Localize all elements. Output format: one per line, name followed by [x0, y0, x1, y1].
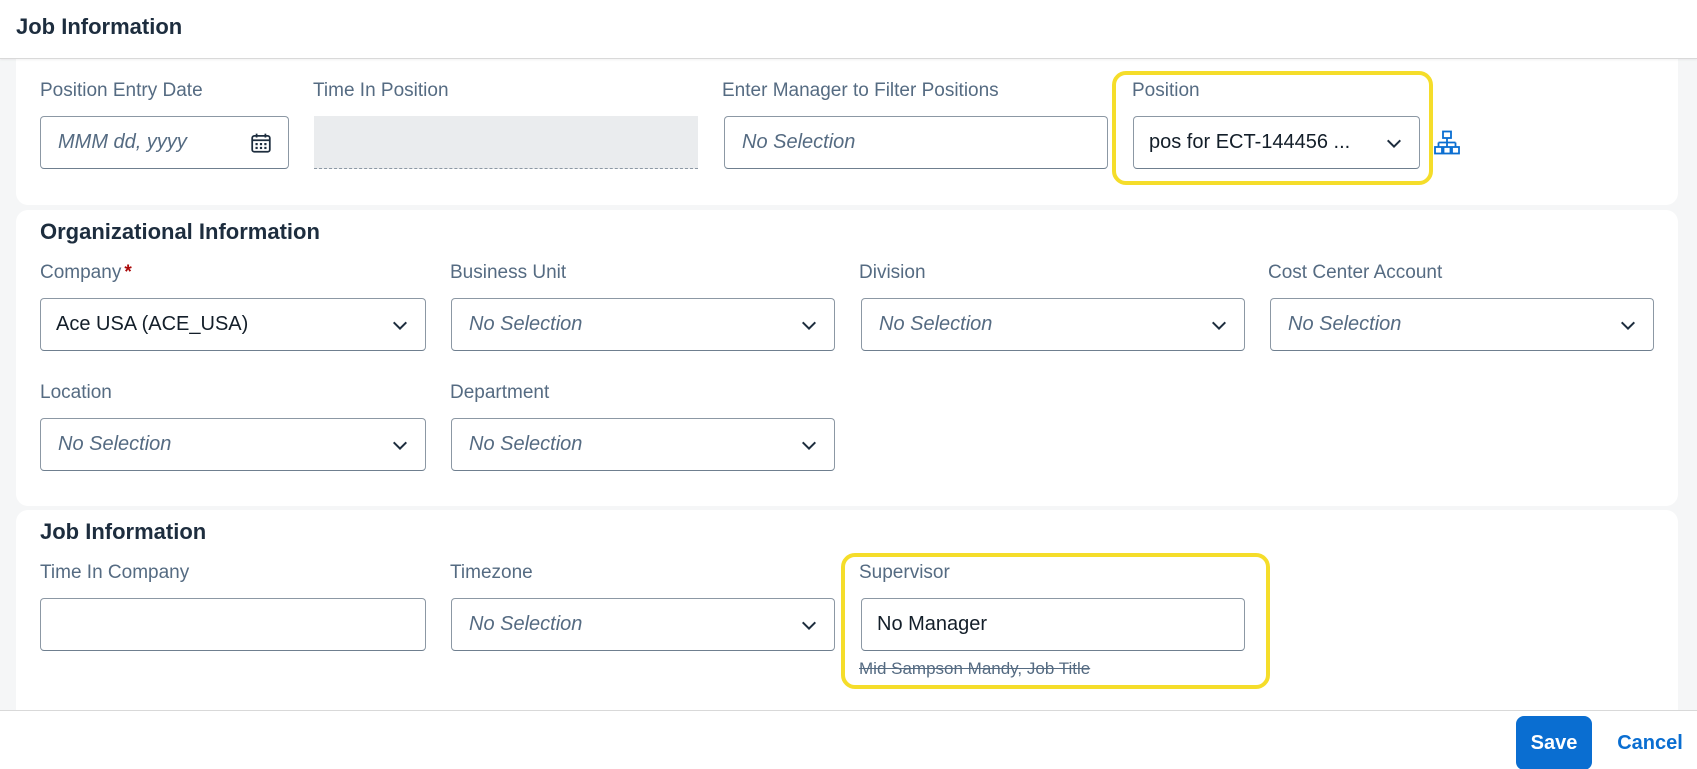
supervisor-value: No Manager [877, 613, 988, 635]
division-label: Division [859, 262, 926, 283]
company-label: Company * [40, 262, 132, 284]
location-select[interactable]: No Selection [40, 418, 426, 471]
job-info-title: Job Information [40, 519, 207, 544]
department-select[interactable]: No Selection [451, 418, 835, 471]
chevron-down-icon [801, 321, 817, 330]
supervisor-input[interactable]: No Manager [861, 598, 1245, 651]
manager-filter-placeholder: No Selection [742, 131, 856, 153]
company-select[interactable]: Ace USA (ACE_USA) [40, 298, 426, 351]
location-label: Location [40, 382, 112, 403]
cost-center-label: Cost Center Account [1268, 262, 1443, 283]
business-unit-label: Business Unit [450, 262, 567, 283]
timezone-placeholder: No Selection [469, 613, 583, 635]
company-value: Ace USA (ACE_USA) [56, 313, 249, 335]
chevron-down-icon [392, 441, 408, 450]
timezone-label: Timezone [450, 562, 533, 583]
position-entry-date-placeholder: MMM dd, yyyy [58, 131, 187, 153]
position-label: Position [1132, 80, 1200, 101]
chevron-down-icon [801, 441, 817, 450]
required-marker: * [124, 262, 132, 283]
manager-filter-input[interactable]: No Selection [724, 116, 1108, 169]
position-select[interactable]: pos for ECT-144456 ... [1133, 116, 1420, 169]
position-value: pos for ECT-144456 ... [1149, 131, 1351, 153]
cost-center-select[interactable]: No Selection [1270, 298, 1654, 351]
chevron-down-icon [1386, 139, 1402, 148]
org-info-title: Organizational Information [40, 219, 320, 244]
save-button[interactable]: Save [1516, 716, 1592, 769]
footer-bar [0, 710, 1697, 769]
time-in-position-field [314, 116, 698, 169]
time-in-position-label: Time In Position [313, 80, 449, 101]
position-entry-date-label: Position Entry Date [40, 80, 203, 101]
department-placeholder: No Selection [469, 433, 583, 455]
business-unit-placeholder: No Selection [469, 313, 583, 335]
supervisor-label: Supervisor [859, 562, 950, 583]
chevron-down-icon [1211, 321, 1227, 330]
calendar-icon[interactable] [250, 132, 272, 154]
cost-center-placeholder: No Selection [1288, 313, 1402, 335]
time-in-company-field [40, 598, 426, 651]
page-title: Job Information [16, 14, 183, 39]
page-header: Job Information [0, 0, 1697, 59]
org-chart-icon[interactable] [1434, 130, 1460, 156]
division-select[interactable]: No Selection [861, 298, 1245, 351]
chevron-down-icon [801, 621, 817, 630]
chevron-down-icon [1620, 321, 1636, 330]
manager-filter-label: Enter Manager to Filter Positions [722, 80, 999, 101]
business-unit-select[interactable]: No Selection [451, 298, 835, 351]
previous-supervisor-text: Mid Sampson Mandy, Job Title [859, 659, 1091, 678]
division-placeholder: No Selection [879, 313, 993, 335]
job-information-page: Job Information Position Entry Date MMM … [0, 0, 1697, 769]
company-label-text: Company [40, 262, 122, 283]
cancel-button[interactable]: Cancel [1604, 716, 1696, 769]
timezone-select[interactable]: No Selection [451, 598, 835, 651]
location-placeholder: No Selection [58, 433, 172, 455]
position-entry-date-field[interactable]: MMM dd, yyyy [40, 116, 289, 169]
time-in-company-label: Time In Company [40, 562, 190, 583]
department-label: Department [450, 382, 550, 403]
chevron-down-icon [392, 321, 408, 330]
